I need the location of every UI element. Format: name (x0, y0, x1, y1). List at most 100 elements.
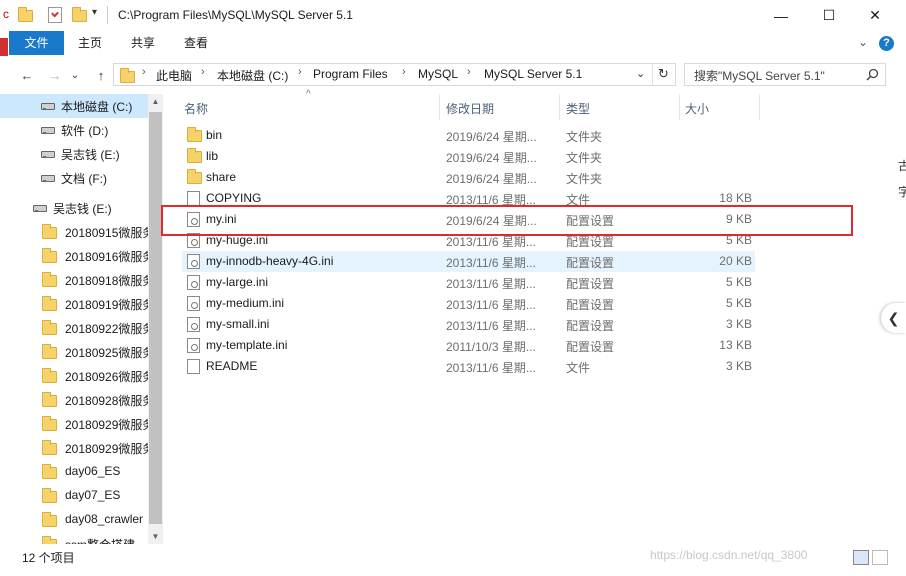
file-name: README (206, 359, 258, 373)
file-size: 5 KB (725, 296, 752, 310)
file-row[interactable]: my-small.ini 2013/11/6 星期... 配置设置 3 KB (182, 314, 755, 335)
file-date: 2019/6/24 星期... (446, 151, 537, 165)
breadcrumb-program-files[interactable]: Program Files (313, 67, 388, 81)
ini-icon (187, 338, 200, 353)
up-button[interactable]: ↑ (91, 65, 111, 85)
file-type: 配置设置 (566, 340, 615, 354)
scroll-down-arrow-icon[interactable]: ▼ (148, 529, 163, 544)
close-button[interactable]: ✕ (852, 0, 898, 31)
sidebar-item[interactable]: 吴志钱 (E:) (0, 142, 148, 166)
sidebar-item[interactable]: 软件 (D:) (0, 118, 148, 142)
file-type: 配置设置 (566, 298, 615, 312)
collapse-panel-button[interactable]: ❮ (881, 303, 906, 333)
forward-button[interactable]: → (45, 65, 65, 85)
file-row[interactable]: my-template.ini 2011/10/3 星期... 配置设置 13 KB (182, 335, 755, 356)
title-divider (107, 6, 108, 24)
tab-share[interactable]: 共享 (118, 31, 168, 55)
folder-icon (42, 248, 57, 263)
sidebar-item[interactable]: 20180926微服务 (0, 364, 154, 388)
column-divider[interactable] (559, 94, 560, 120)
search-icon[interactable] (866, 68, 879, 81)
sidebar-item[interactable]: 20180915微服务 (0, 220, 154, 244)
maximize-button[interactable]: ☐ (806, 0, 852, 31)
sidebar-item[interactable]: 20180916微服务 (0, 244, 154, 268)
minimize-button[interactable]: — (758, 0, 804, 31)
sidebar-item[interactable]: 本地磁盘 (C:) (0, 94, 148, 118)
column-header-size[interactable]: 大小 (685, 100, 709, 117)
address-divider (652, 64, 653, 85)
search-input[interactable]: 搜索"MySQL Server 5.1" (684, 63, 886, 86)
address-dropdown-icon[interactable]: ⌄ (636, 67, 645, 80)
sidebar-item[interactable]: 20180919微服务 (0, 292, 154, 316)
folder-icon (120, 68, 135, 83)
file-name: my-small.ini (206, 317, 270, 331)
file-row[interactable]: share 2019/6/24 星期... 文件夹 (182, 167, 755, 188)
file-row[interactable]: my-medium.ini 2013/11/6 星期... 配置设置 5 KB (182, 293, 755, 314)
sidebar-item[interactable]: 20180922微服务 (0, 316, 154, 340)
sidebar-item[interactable]: day08_crawler (0, 508, 148, 532)
column-header-name[interactable]: 名称 (184, 100, 208, 117)
annotation-highlight-box (161, 205, 853, 236)
nav-scrollbar-thumb[interactable] (149, 112, 162, 524)
column-divider[interactable] (759, 94, 760, 120)
address-bar[interactable]: › 此电脑 › 本地磁盘 (C:) › Program Files › MySQ… (113, 63, 676, 86)
file-row[interactable]: my-innodb-heavy-4G.ini 2013/11/6 星期... 配置设… (182, 251, 755, 272)
sidebar-item-label: 文档 (F:) (61, 172, 107, 186)
sidebar-item[interactable]: 吴志钱 (E:) (0, 196, 148, 220)
scroll-up-arrow-icon[interactable]: ▲ (148, 94, 163, 109)
chevron-right-icon: › (298, 66, 302, 78)
file-row[interactable]: bin 2019/6/24 星期... 文件夹 (182, 125, 755, 146)
ribbon-expand-icon[interactable]: ⌄ (858, 35, 868, 49)
nav-scrollbar[interactable]: ▲ ▼ (148, 94, 163, 544)
sidebar-item[interactable]: 20180929微服务 (0, 436, 154, 460)
column-header-type[interactable]: 类型 (566, 100, 590, 117)
sidebar-item[interactable]: 文档 (F:) (0, 166, 148, 190)
sidebar-item[interactable]: 20180925微服务 (0, 340, 154, 364)
help-icon[interactable]: ? (879, 36, 894, 51)
column-divider[interactable] (679, 94, 680, 120)
sidebar-item[interactable]: day06_ES (0, 460, 148, 484)
file-date: 2019/6/24 星期... (446, 172, 537, 186)
column-divider[interactable] (439, 94, 440, 120)
file-row[interactable]: lib 2019/6/24 星期... 文件夹 (182, 146, 755, 167)
sidebar-item[interactable]: 20180929微服务 (0, 412, 154, 436)
refresh-icon[interactable]: ↻ (658, 66, 669, 82)
file-date: 2013/11/6 星期... (446, 298, 536, 312)
sidebar-item[interactable]: 20180918微服务 (0, 268, 154, 292)
sort-ascending-icon: ^ (306, 89, 311, 100)
breadcrumb-mysql[interactable]: MySQL (418, 67, 458, 81)
tab-view[interactable]: 查看 (172, 31, 220, 55)
sidebar-item[interactable]: ssm整合搭建 (0, 532, 148, 544)
folder-icon (42, 320, 57, 335)
folder-icon (187, 127, 202, 142)
file-row[interactable]: README 2013/11/6 星期... 文件 3 KB (182, 356, 755, 377)
details-view-icon[interactable] (853, 550, 869, 565)
file-size: 13 KB (719, 338, 752, 352)
sidebar-item-label: 20180922微服务 (65, 322, 155, 336)
breadcrumb-local-disk[interactable]: 本地磁盘 (C:) (217, 67, 288, 84)
tab-home[interactable]: 主页 (66, 31, 114, 55)
breadcrumb-mysql-server[interactable]: MySQL Server 5.1 (484, 67, 582, 81)
column-header-date[interactable]: 修改日期 (446, 100, 494, 117)
chevron-right-icon: › (201, 66, 205, 78)
recent-locations-button[interactable]: ⌄ (69, 65, 81, 85)
back-button[interactable]: ← (17, 65, 37, 85)
folder-icon (42, 272, 57, 287)
file-type: 文件夹 (566, 130, 603, 144)
file-name: my-medium.ini (206, 296, 285, 310)
sidebar-item-label: 20180928微服务 (65, 394, 155, 408)
drive-icon (41, 103, 55, 110)
tab-file[interactable]: 文件 (9, 31, 64, 55)
properties-icon[interactable] (48, 7, 62, 23)
file-row[interactable]: my-large.ini 2013/11/6 星期... 配置设置 5 KB (182, 272, 755, 293)
sidebar-item[interactable]: day07_ES (0, 484, 148, 508)
folder-icon (42, 488, 57, 503)
search-placeholder: 搜索"MySQL Server 5.1" (694, 69, 825, 83)
file-size: 5 KB (725, 275, 752, 289)
quick-access-dropdown-icon[interactable]: ▾ (92, 7, 102, 23)
folder-icon[interactable] (17, 7, 33, 23)
new-folder-icon[interactable] (71, 7, 87, 23)
large-icons-view-icon[interactable] (872, 550, 888, 565)
breadcrumb-this-pc[interactable]: 此电脑 (156, 67, 192, 84)
sidebar-item[interactable]: 20180928微服务 (0, 388, 154, 412)
